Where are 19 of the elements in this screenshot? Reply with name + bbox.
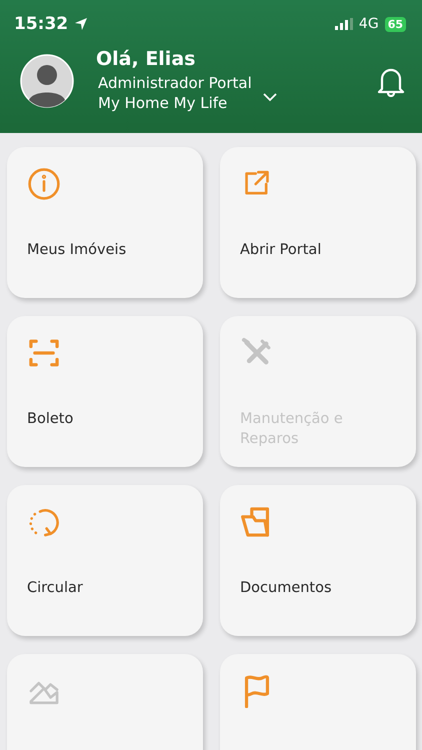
location-arrow-icon bbox=[74, 17, 88, 31]
battery-level: 65 bbox=[384, 16, 406, 32]
menu-tile[interactable]: Circular bbox=[7, 485, 203, 636]
tile-label: Meus Imóveis bbox=[27, 241, 128, 260]
signal-icon bbox=[334, 18, 353, 30]
tile-label: Boleto bbox=[27, 410, 74, 429]
greeting: Olá, Elias bbox=[96, 48, 196, 70]
tile-label: Abrir Portal bbox=[240, 241, 322, 260]
tile-label: Circular bbox=[27, 579, 84, 598]
user-role: Administrador Portal bbox=[98, 73, 252, 93]
menu-tile[interactable]: Boleto bbox=[7, 316, 203, 467]
menu-tile[interactable]: Meus Imóveis bbox=[7, 147, 203, 298]
network-type: 4G bbox=[358, 16, 379, 32]
clock-time: 15:32 bbox=[14, 14, 68, 34]
menu-tile[interactable]: Documentos bbox=[220, 485, 416, 636]
avatar[interactable] bbox=[20, 54, 74, 108]
menu-tile[interactable]: Abrir Portal bbox=[220, 147, 416, 298]
tile-label: Documentos bbox=[240, 579, 333, 598]
account-name: My Home My Life bbox=[98, 93, 228, 113]
